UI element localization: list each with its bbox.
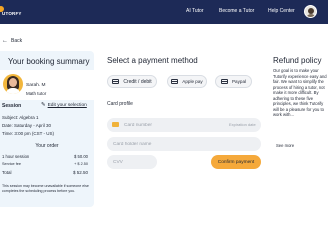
tutorfy-logo[interactable]: UTORFY	[0, 5, 22, 19]
card-profile-label: Card profile	[107, 101, 133, 107]
order-row-value: $ 52.50	[72, 170, 88, 175]
user-avatar[interactable]	[304, 5, 317, 18]
order-row-label: Total	[2, 170, 12, 175]
order-row-value: $ 50.00	[74, 154, 88, 159]
order-row-value: + $ 2.50	[74, 162, 88, 166]
card-holder-input[interactable]	[107, 137, 261, 151]
tutor-role: Math tutor	[26, 91, 47, 96]
avatar-body	[306, 14, 316, 17]
order-title: Your order	[35, 143, 59, 149]
arrow-left-icon: ←	[2, 38, 8, 44]
tutor-face	[9, 78, 17, 87]
refund-policy-text: Our goal is to make your Tutorify experi…	[273, 68, 327, 117]
tutor-avatar	[3, 74, 23, 94]
order-row-session: 1 hour session $ 50.00	[2, 154, 88, 159]
back-button[interactable]: ← Back	[2, 37, 22, 45]
order-row-total: Total $ 52.50	[2, 170, 88, 175]
paypal-icon	[220, 79, 228, 84]
session-heading: Session	[2, 103, 22, 109]
tutor-shirt	[6, 88, 20, 94]
edit-selection-link[interactable]: ✎ Edit your selection	[41, 102, 87, 109]
back-label: Back	[11, 38, 23, 44]
edit-selection-label: Edit your selection	[47, 103, 87, 109]
credit-debit-label: Credit / debit	[123, 78, 152, 85]
payment-method-title: Select a payment method	[107, 56, 198, 65]
summary-title: Your booking summary	[8, 57, 90, 66]
order-row-label: Service fee	[2, 162, 21, 166]
cvv-input[interactable]	[107, 155, 157, 169]
credit-card-icon	[112, 79, 120, 84]
credit-debit-button[interactable]: Credit / debit	[107, 75, 157, 88]
logo-text: UTORFY	[2, 11, 22, 16]
apple-pay-icon	[171, 79, 179, 84]
paypal-label: Paypal	[231, 79, 247, 84]
order-row-service-fee: Service fee + $ 2.50	[2, 162, 88, 166]
top-navigation-bar: UTORFY AI Tutor Become a Tutor Help Cent…	[0, 0, 328, 24]
tutor-name: Sarah. M	[26, 83, 46, 88]
expiration-date-placeholder[interactable]: Expiration date	[229, 122, 256, 127]
pencil-icon: ✎	[41, 102, 46, 108]
apple-pay-button[interactable]: Apple pay	[167, 75, 207, 88]
confirm-payment-button[interactable]: Confirm payment	[211, 155, 261, 169]
card-icon	[112, 122, 119, 127]
see-more-link[interactable]: See more	[276, 143, 294, 148]
session-subject: Subject: Algebra 1	[2, 115, 39, 120]
nav-become-a-tutor[interactable]: Become a Tutor	[219, 8, 254, 14]
order-row-label: 1 hour session	[2, 154, 30, 159]
refund-policy-title: Refund policy	[273, 56, 322, 65]
session-time: Time: 3:00 pm (CST - US)	[2, 131, 55, 136]
paypal-button[interactable]: Paypal	[215, 75, 252, 88]
nav-ai-tutor[interactable]: AI Tutor	[186, 8, 204, 14]
nav-help-center[interactable]: Help Center	[268, 8, 295, 14]
availability-note: This session may become unavailable if s…	[2, 184, 89, 193]
session-date: Date: Saturday - April 30	[2, 123, 52, 128]
apple-pay-label: Apple pay	[182, 79, 203, 84]
